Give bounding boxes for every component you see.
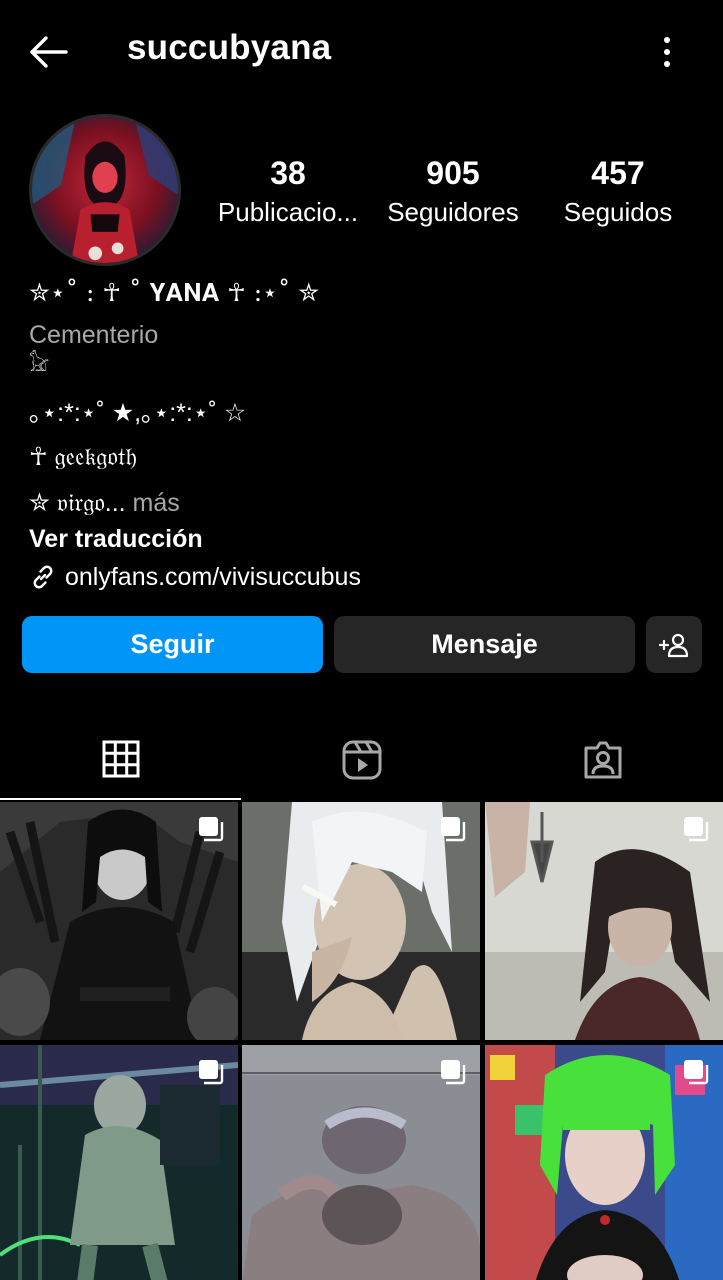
content-tabs <box>0 720 723 800</box>
posts-label: Publicacio... <box>217 197 359 227</box>
following-count: 457 <box>591 155 645 191</box>
category-label: Cementerio <box>29 321 159 349</box>
message-button[interactable]: Mensaje <box>334 616 635 673</box>
add-person-icon <box>658 633 689 657</box>
more-vertical-icon <box>664 37 670 67</box>
follow-button[interactable]: Seguir <box>22 616 323 673</box>
profile-username: succubyana <box>127 28 332 67</box>
profile-avatar[interactable] <box>29 114 181 266</box>
following-label: Seguidos <box>563 197 673 227</box>
suggested-users-button[interactable] <box>646 616 702 673</box>
tagged-icon <box>584 741 621 779</box>
grid-post[interactable] <box>485 1045 723 1280</box>
tab-posts-grid[interactable] <box>0 720 241 800</box>
top-bar: succubyana <box>0 0 723 100</box>
bio-virgo-line: ✮ 𝔳𝔦𝔯𝔤𝔬... más <box>29 484 689 522</box>
bio-virgo-text: ✮ 𝔳𝔦𝔯𝔤𝔬... <box>29 489 126 517</box>
grid-post[interactable] <box>485 802 723 1040</box>
posts-grid <box>0 802 723 1280</box>
posts-stat[interactable]: 38 Publicacio... <box>213 154 363 232</box>
multiple-photos-icon <box>441 817 466 842</box>
following-stat[interactable]: 457 Seguidos <box>543 154 693 232</box>
posts-count: 38 <box>270 155 306 191</box>
bio-geek-line: ☥ 𝔤𝔢𝔢𝔨𝔤𝔬𝔱𝔥 <box>29 443 137 471</box>
arrow-left-icon <box>30 36 68 68</box>
link-icon <box>33 565 53 589</box>
more-options-button[interactable] <box>652 32 682 72</box>
display-name: ✮⋆˚ : ☥ ˚ 𝐘𝐀𝐍𝐀 ☥ :⋆˚ ✮ <box>29 278 320 307</box>
avatar-image <box>32 117 178 263</box>
website-url: onlyfans.com/vivisuccubus <box>65 563 361 591</box>
tab-reels[interactable] <box>241 720 482 800</box>
back-button[interactable] <box>24 28 72 76</box>
website-link[interactable]: onlyfans.com/vivisuccubus <box>29 558 689 596</box>
multiple-photos-icon <box>441 1060 466 1085</box>
grid-post[interactable] <box>0 1045 238 1280</box>
tab-tagged[interactable] <box>482 720 723 800</box>
grid-icon <box>102 740 139 778</box>
profile-bio: ✮⋆˚ : ☥ ˚ 𝐘𝐀𝐍𝐀 ☥ :⋆˚ ✮ Cementerio 𓃠 ｡⋆:*… <box>29 272 689 596</box>
followers-count: 905 <box>426 155 480 191</box>
reels-icon <box>342 740 381 780</box>
multiple-photos-icon <box>199 817 224 842</box>
bio-stars-line: ｡⋆:*:⋆˚ ★,｡⋆:*:⋆˚ ☆ <box>29 399 247 427</box>
grid-post[interactable] <box>242 802 480 1040</box>
multiple-photos-icon <box>199 1060 224 1085</box>
bio-glyph-line: 𓃠 <box>29 354 50 376</box>
followers-stat[interactable]: 905 Seguidores <box>378 154 528 232</box>
more-link[interactable]: más <box>126 489 180 517</box>
follow-label: Seguir <box>130 629 215 659</box>
grid-post[interactable] <box>242 1045 480 1280</box>
message-label: Mensaje <box>431 629 538 659</box>
multiple-photos-icon <box>684 1060 709 1085</box>
multiple-photos-icon <box>684 817 709 842</box>
translate-link[interactable]: Ver traducción <box>29 520 689 558</box>
grid-post[interactable] <box>0 802 238 1040</box>
followers-label: Seguidores <box>387 197 519 227</box>
